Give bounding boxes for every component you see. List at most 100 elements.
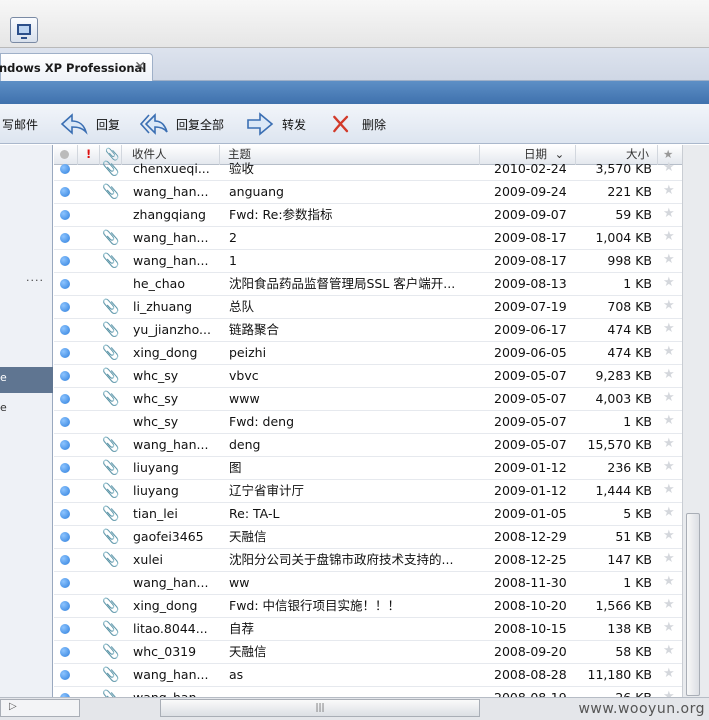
star-icon[interactable]: ★ bbox=[663, 643, 675, 658]
unread-dot-icon bbox=[60, 555, 70, 565]
row-subject: Fwd: Re:参数指标 bbox=[229, 207, 333, 222]
table-row[interactable]: 📎 wang_han... 1 2009-08-17 998 KB ★ bbox=[54, 250, 682, 273]
table-row[interactable]: zhangqiang Fwd: Re:参数指标 2009-09-07 59 KB ★ bbox=[54, 204, 682, 227]
row-size: 1 KB bbox=[623, 414, 652, 429]
table-row[interactable]: 📎 yu_jianzho... 链路聚合 2009-06-17 474 KB ★ bbox=[54, 319, 682, 342]
star-icon[interactable]: ★ bbox=[663, 275, 675, 290]
star-icon[interactable]: ★ bbox=[663, 206, 675, 221]
paperclip-icon: 📎 bbox=[102, 184, 120, 200]
tab-windows-xp[interactable]: indows XP Professional ✕ bbox=[0, 53, 153, 81]
forward-button[interactable]: 转发 bbox=[246, 104, 306, 144]
row-date: 2009-05-07 bbox=[494, 437, 567, 452]
table-row[interactable]: whc_sy Fwd: deng 2009-05-07 1 KB ★ bbox=[54, 411, 682, 434]
monitor-icon bbox=[17, 24, 31, 39]
close-icon[interactable]: ✕ bbox=[134, 59, 146, 75]
unread-dot-icon bbox=[60, 532, 70, 542]
table-row[interactable]: 📎 liuyang 辽宁省审计厅 2009-01-12 1,444 KB ★ bbox=[54, 480, 682, 503]
table-row[interactable]: 📎 xing_dong peizhi 2009-06-05 474 KB ★ bbox=[54, 342, 682, 365]
table-row[interactable]: 📎 gaofei3465 天融信 2008-12-29 51 KB ★ bbox=[54, 526, 682, 549]
row-from: litao.8044... bbox=[133, 621, 208, 636]
star-icon[interactable]: ★ bbox=[663, 528, 675, 543]
truncated-folder-text: .... bbox=[26, 271, 44, 284]
star-icon[interactable]: ★ bbox=[663, 298, 675, 313]
table-row[interactable]: 📎 whc_sy www 2009-05-07 4,003 KB ★ bbox=[54, 388, 682, 411]
star-icon[interactable]: ★ bbox=[663, 367, 675, 382]
tab-label: indows XP Professional bbox=[0, 60, 147, 75]
row-from: whc_sy bbox=[133, 414, 179, 429]
table-row[interactable]: wang_han... ww 2008-11-30 1 KB ★ bbox=[54, 572, 682, 595]
folder-item-label[interactable]: e bbox=[0, 401, 7, 414]
star-icon[interactable]: ★ bbox=[663, 344, 675, 359]
table-row[interactable]: 📎 whc_0319 天融信 2008-09-20 58 KB ★ bbox=[54, 641, 682, 664]
row-from: tian_lei bbox=[133, 506, 178, 521]
row-subject: as bbox=[229, 667, 244, 682]
row-from: wang_han... bbox=[133, 230, 209, 245]
table-row[interactable]: 📎 wang_han... as 2008-08-28 11,180 KB ★ bbox=[54, 664, 682, 687]
row-date: 2009-07-19 bbox=[494, 299, 567, 314]
selected-folder-item[interactable]: e bbox=[0, 367, 53, 393]
star-icon[interactable]: ★ bbox=[663, 574, 675, 589]
table-row[interactable]: 📎 tian_lei Re: TA-L 2009-01-05 5 KB ★ bbox=[54, 503, 682, 526]
star-icon[interactable]: ★ bbox=[663, 321, 675, 336]
reply-button[interactable]: 回复 bbox=[60, 104, 120, 144]
row-from: wang_han... bbox=[133, 253, 209, 268]
table-row[interactable]: 📎 li_zhuang 总队 2009-07-19 708 KB ★ bbox=[54, 296, 682, 319]
reply-all-button[interactable]: 回复全部 bbox=[140, 104, 224, 144]
table-row[interactable]: 📎 xing_dong Fwd: 中信银行项目实施！！！ 2008-10-20 1,56… bbox=[54, 595, 682, 618]
row-from: wang_han... bbox=[133, 575, 209, 590]
horizontal-scroll-thumb[interactable]: ||| bbox=[160, 699, 480, 717]
row-size: 1,566 KB bbox=[595, 598, 652, 613]
star-icon[interactable]: ★ bbox=[663, 459, 675, 474]
top-bar bbox=[0, 0, 709, 48]
table-row[interactable]: 📎 wang_han... deng 2009-05-07 15,570 KB ★ bbox=[54, 434, 682, 457]
row-subject: 辽宁省审计厅 bbox=[229, 483, 305, 498]
display-button[interactable] bbox=[10, 17, 38, 43]
star-icon[interactable]: ★ bbox=[663, 482, 675, 497]
star-icon[interactable]: ★ bbox=[663, 551, 675, 566]
table-row[interactable]: he_chao 沈阳食品药品监督管理局SSL 客户端开... 2009-08-13 1… bbox=[54, 273, 682, 296]
table-row[interactable]: 📎 whc_sy vbvc 2009-05-07 9,283 KB ★ bbox=[54, 365, 682, 388]
star-icon[interactable]: ★ bbox=[663, 183, 675, 198]
star-icon[interactable]: ★ bbox=[663, 252, 675, 267]
scroll-left-button[interactable]: ▷ bbox=[0, 699, 80, 717]
row-from: xing_dong bbox=[133, 598, 198, 613]
row-subject: ww bbox=[229, 575, 250, 590]
star-icon[interactable]: ★ bbox=[663, 390, 675, 405]
vertical-scroll-thumb[interactable] bbox=[686, 513, 700, 696]
row-size: 1 KB bbox=[623, 276, 652, 291]
paperclip-icon: 📎 bbox=[102, 506, 120, 522]
star-icon[interactable]: ★ bbox=[663, 160, 675, 175]
row-size: 5 KB bbox=[623, 506, 652, 521]
table-row[interactable]: 📎 xulei 沈阳分公司关于盘锦市政府技术支持的... 2008-12-25 147 … bbox=[54, 549, 682, 572]
star-icon[interactable]: ★ bbox=[663, 229, 675, 244]
row-date: 2008-12-25 bbox=[494, 552, 567, 567]
table-row[interactable]: 📎 liuyang 图 2009-01-12 236 KB ★ bbox=[54, 457, 682, 480]
star-icon[interactable]: ★ bbox=[663, 413, 675, 428]
paperclip-icon: 📎 bbox=[102, 621, 120, 637]
table-row[interactable]: 📎 chenxueqi... 验收 2010-02-24 3,570 KB ★ bbox=[54, 158, 682, 181]
table-row[interactable]: 📎 litao.8044... 自荐 2008-10-15 138 KB ★ bbox=[54, 618, 682, 641]
star-icon[interactable]: ★ bbox=[663, 436, 675, 451]
row-from: whc_0319 bbox=[133, 644, 197, 659]
vertical-scrollbar[interactable] bbox=[682, 145, 709, 698]
row-from: li_zhuang bbox=[133, 299, 193, 314]
table-row[interactable]: 📎 wang_han... anguang 2009-09-24 221 KB ★ bbox=[54, 181, 682, 204]
row-size: 474 KB bbox=[607, 345, 652, 360]
star-icon[interactable]: ★ bbox=[663, 505, 675, 520]
table-row[interactable]: 📎 wang_han... 2 2009-08-17 1,004 KB ★ bbox=[54, 227, 682, 250]
row-size: 1,444 KB bbox=[595, 483, 652, 498]
row-from: wang_han... bbox=[133, 184, 209, 199]
delete-button[interactable]: 删除 bbox=[332, 104, 386, 144]
star-icon[interactable]: ★ bbox=[663, 597, 675, 612]
row-date: 2009-05-07 bbox=[494, 368, 567, 383]
unread-dot-icon bbox=[60, 509, 70, 519]
header-band bbox=[0, 81, 709, 104]
star-icon[interactable]: ★ bbox=[663, 666, 675, 681]
unread-dot-icon bbox=[60, 463, 70, 473]
compose-button[interactable]: 写邮件 bbox=[2, 104, 38, 144]
star-icon[interactable]: ★ bbox=[663, 620, 675, 635]
row-subject: www bbox=[229, 391, 260, 406]
row-size: 998 KB bbox=[607, 253, 652, 268]
row-subject: peizhi bbox=[229, 345, 267, 360]
paperclip-icon: 📎 bbox=[102, 230, 120, 246]
